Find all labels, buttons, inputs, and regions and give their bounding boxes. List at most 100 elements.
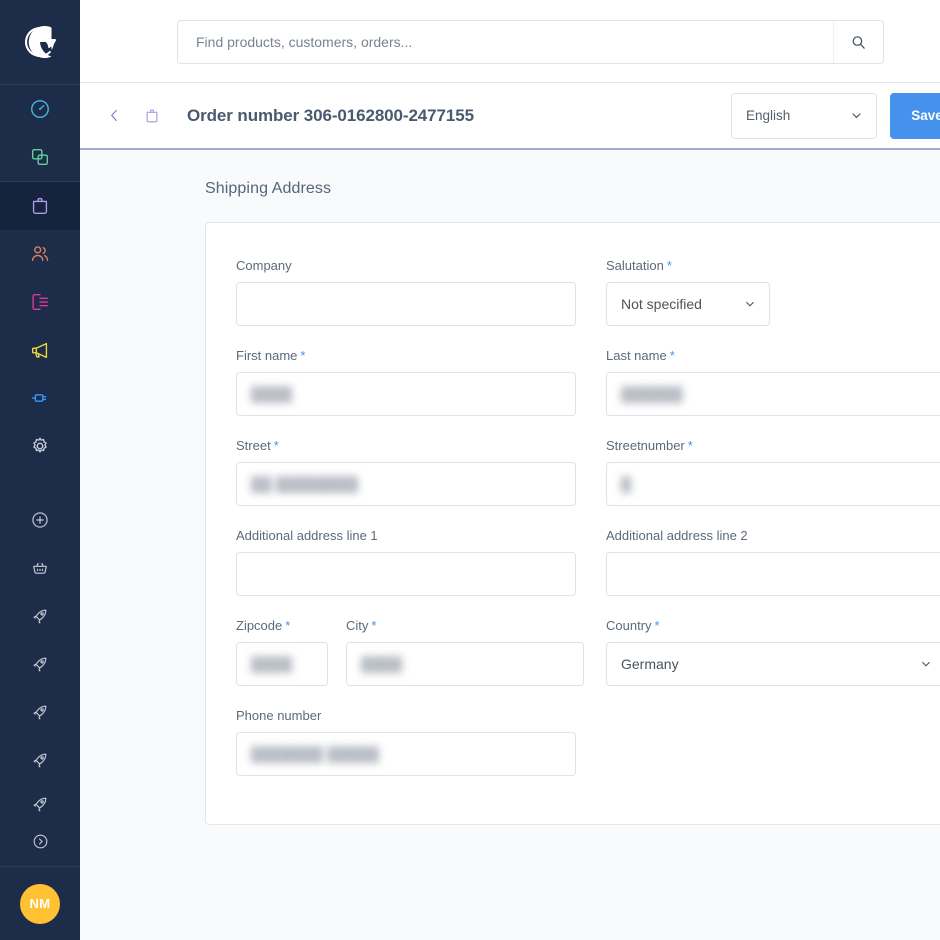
field-salutation-label-text: Salutation bbox=[606, 258, 664, 273]
chevron-down-icon bbox=[746, 301, 754, 307]
address-line-1-input[interactable] bbox=[236, 552, 576, 596]
avatar[interactable]: NM bbox=[20, 883, 60, 924]
field-address-line-2: Additional address line 2 bbox=[606, 528, 940, 596]
form-row-street: Street * ██ ████████ Streetnumber * █ bbox=[236, 438, 940, 506]
sidebar-item-dashboard[interactable] bbox=[0, 85, 80, 133]
field-streetnumber-label: Streetnumber * bbox=[606, 438, 940, 454]
form-col-left: Street * ██ ████████ bbox=[236, 438, 606, 506]
required-marker: * bbox=[687, 438, 693, 453]
streetnumber-input[interactable]: █ bbox=[606, 462, 940, 506]
rocket-icon bbox=[33, 705, 47, 720]
sidebar-item-add-app[interactable] bbox=[0, 496, 80, 544]
sidebar-nav-top bbox=[0, 85, 80, 181]
field-company-label-text: Company bbox=[236, 258, 292, 273]
customers-people-icon bbox=[31, 246, 49, 262]
zipcode-input[interactable]: ████ bbox=[236, 642, 328, 686]
sidebar-item-app-1[interactable] bbox=[0, 592, 80, 640]
company-input[interactable] bbox=[236, 282, 576, 326]
required-marker: * bbox=[666, 258, 672, 273]
required-marker: * bbox=[273, 438, 279, 453]
phone-input[interactable]: ███████ █████ bbox=[236, 732, 576, 776]
sidebar-item-app-3[interactable] bbox=[0, 688, 80, 736]
street-value: ██ ████████ bbox=[251, 476, 359, 492]
sidebar-item-expand[interactable] bbox=[0, 824, 80, 858]
sidebar-item-marketing[interactable] bbox=[0, 326, 80, 374]
zipcode-value: ████ bbox=[251, 656, 293, 672]
field-street-label-text: Street bbox=[236, 438, 271, 453]
chevron-right-circle-icon bbox=[33, 834, 47, 848]
sidebar-user-area[interactable]: NM bbox=[0, 866, 80, 940]
field-first-name-label: First name * bbox=[236, 348, 606, 364]
search-button[interactable] bbox=[833, 21, 883, 63]
field-last-name: Last name * ██████ bbox=[606, 348, 940, 416]
sidebar-item-orders[interactable] bbox=[0, 182, 80, 230]
sidebar-nav-apps bbox=[0, 496, 80, 858]
form-row-zip-city-country: Zipcode * ████ City * ████ Country * Ger… bbox=[236, 618, 940, 686]
catalogue-layers-icon bbox=[31, 148, 49, 166]
last-name-input[interactable]: ██████ bbox=[606, 372, 940, 416]
content-area: Shipping Address Company Salutation * No… bbox=[80, 150, 940, 940]
streetnumber-value: █ bbox=[621, 476, 632, 492]
sidebar-item-app-2[interactable] bbox=[0, 640, 80, 688]
field-first-name-label-text: First name bbox=[236, 348, 298, 363]
field-salutation: Salutation * Not specified bbox=[606, 258, 940, 326]
field-company-label: Company bbox=[236, 258, 606, 274]
field-salutation-label: Salutation * bbox=[606, 258, 940, 274]
sidebar-item-content[interactable] bbox=[0, 278, 80, 326]
field-first-name: First name * ████ bbox=[236, 348, 606, 416]
search-bar bbox=[177, 20, 884, 64]
field-street-label: Street * bbox=[236, 438, 606, 454]
search-input[interactable] bbox=[178, 21, 833, 63]
field-address-line-1: Additional address line 1 bbox=[236, 528, 606, 596]
logo[interactable] bbox=[0, 0, 80, 84]
form-col-right bbox=[606, 708, 940, 776]
form-col-right: Salutation * Not specified bbox=[606, 258, 940, 326]
basket-icon bbox=[33, 562, 47, 574]
address-line-2-input[interactable] bbox=[606, 552, 940, 596]
order-icon-button[interactable] bbox=[138, 102, 166, 130]
field-zipcode-label: Zipcode * bbox=[236, 618, 328, 634]
sidebar-item-catalogues[interactable] bbox=[0, 133, 80, 181]
required-marker: * bbox=[285, 618, 291, 633]
form-col-right: Last name * ██████ bbox=[606, 348, 940, 416]
salutation-select-value: Not specified bbox=[621, 296, 702, 312]
field-streetnumber: Streetnumber * █ bbox=[606, 438, 940, 506]
back-button[interactable] bbox=[100, 102, 128, 130]
field-last-name-label: Last name * bbox=[606, 348, 940, 364]
required-marker: * bbox=[654, 618, 660, 633]
street-input[interactable]: ██ ████████ bbox=[236, 462, 576, 506]
city-input[interactable]: ████ bbox=[346, 642, 584, 686]
form-col-right: Streetnumber * █ bbox=[606, 438, 940, 506]
sidebar-nav-main bbox=[0, 182, 80, 470]
first-name-input[interactable]: ████ bbox=[236, 372, 576, 416]
shipping-address-card: Company Salutation * Not specified First… bbox=[205, 222, 940, 825]
country-select[interactable]: Germany bbox=[606, 642, 940, 686]
field-zipcode: Zipcode * ████ bbox=[236, 618, 328, 686]
save-button[interactable]: Save bbox=[890, 92, 940, 139]
section-title: Shipping Address bbox=[205, 180, 332, 197]
field-streetnumber-label-text: Streetnumber bbox=[606, 438, 685, 453]
subheader: Order number 306-0162800-2477155 English… bbox=[80, 83, 940, 150]
sidebar-item-app-4[interactable] bbox=[0, 736, 80, 784]
shopware-logo-icon bbox=[24, 25, 56, 59]
subheader-actions: English Save bbox=[731, 92, 940, 139]
sidebar-item-extensions[interactable] bbox=[0, 374, 80, 422]
sidebar-item-shop[interactable] bbox=[0, 544, 80, 592]
sidebar-item-settings[interactable] bbox=[0, 422, 80, 470]
form-col-left: Additional address line 1 bbox=[236, 528, 606, 596]
app-root: NM Find products, customers, orders... O… bbox=[0, 0, 940, 940]
zip-city-group: Zipcode * ████ City * ████ bbox=[236, 618, 606, 686]
chevron-left-icon bbox=[110, 109, 117, 122]
field-address-line-1-label: Additional address line 1 bbox=[236, 528, 606, 544]
main-area: Order number 306-0162800-2477155 English… bbox=[80, 0, 940, 940]
form-col-left: Zipcode * ████ City * ████ bbox=[236, 618, 606, 686]
sidebar-item-app-5[interactable] bbox=[0, 784, 80, 824]
field-phone-label: Phone number bbox=[236, 708, 606, 724]
field-zipcode-label-text: Zipcode bbox=[236, 618, 283, 633]
language-select[interactable]: English bbox=[731, 92, 877, 139]
field-city-label: City * bbox=[346, 618, 584, 634]
salutation-select[interactable]: Not specified bbox=[606, 282, 770, 326]
sidebar-item-customers[interactable] bbox=[0, 230, 80, 278]
order-bag-icon bbox=[146, 109, 158, 122]
chevron-down-icon bbox=[852, 113, 861, 118]
